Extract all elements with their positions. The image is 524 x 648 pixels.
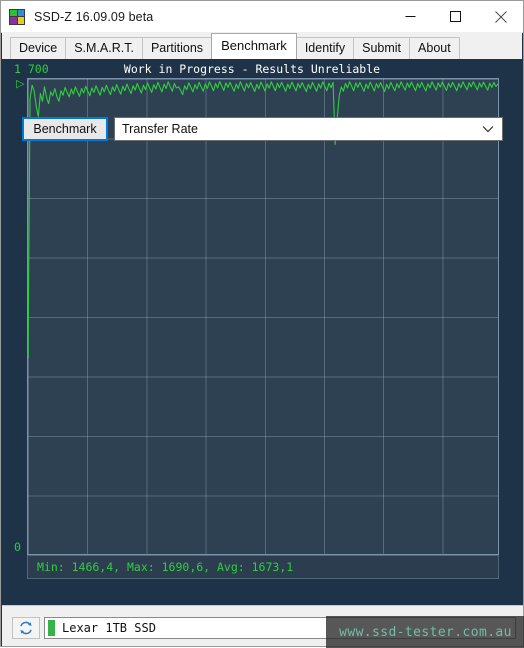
icon-quadrant-blue (17, 9, 24, 16)
benchmark-panel: 1 700 Work in Progress - Results Unrelia… (2, 59, 523, 605)
benchmark-mode-select[interactable]: Transfer Rate (114, 117, 503, 141)
maximize-button[interactable] (433, 1, 478, 32)
benchmark-button-label: Benchmark (33, 122, 97, 136)
y-axis-min-label: 0 (14, 540, 21, 554)
tab-bar: Device S.M.A.R.T. Partitions Benchmark I… (2, 32, 522, 59)
benchmark-button[interactable]: Benchmark (22, 117, 108, 141)
tab-smart[interactable]: S.M.A.R.T. (65, 37, 143, 59)
window-title: SSD-Z 16.09.09 beta (34, 9, 154, 24)
current-value-marker-icon: ▷ (16, 78, 25, 90)
refresh-button[interactable] (12, 617, 40, 639)
title-bar: SSD-Z 16.09.09 beta (1, 1, 523, 33)
icon-quadrant-purple (10, 17, 17, 24)
minimize-button[interactable] (388, 1, 433, 32)
chart-plot-area (27, 78, 499, 555)
chart-stats-text: Min: 1466,4, Max: 1690,6, Avg: 1673,1 (37, 560, 294, 574)
ssdz-app-icon (9, 8, 25, 25)
window-controls (388, 1, 523, 32)
transfer-rate-line (28, 80, 498, 359)
close-button[interactable] (478, 1, 523, 32)
icon-quadrant-yellow (17, 17, 24, 24)
benchmark-mode-value: Transfer Rate (122, 122, 198, 136)
tab-submit[interactable]: Submit (353, 37, 411, 59)
device-select-value: Lexar 1TB SSD (62, 621, 156, 635)
close-icon (494, 10, 507, 23)
tab-partitions[interactable]: Partitions (141, 37, 213, 59)
tab-identify[interactable]: Identify (295, 37, 355, 59)
minimize-icon (405, 16, 416, 17)
chevron-down-icon (482, 125, 494, 133)
maximize-icon (450, 11, 461, 22)
tab-about[interactable]: About (409, 37, 460, 59)
chart-stats-box: Min: 1466,4, Max: 1690,6, Avg: 1673,1 (27, 555, 499, 579)
device-health-indicator (48, 620, 55, 636)
icon-quadrant-green (10, 9, 17, 16)
tab-device[interactable]: Device (10, 37, 67, 59)
tab-benchmark[interactable]: Benchmark (211, 33, 297, 59)
app-window: SSD-Z 16.09.09 beta Device S.M.A.R.T. Pa… (0, 0, 524, 648)
watermark-text: www.ssd-tester.com.au (339, 624, 512, 640)
chart-title: Work in Progress - Results Unreliable (123, 62, 381, 76)
refresh-icon (20, 621, 32, 635)
watermark: www.ssd-tester.com.au (326, 616, 524, 648)
